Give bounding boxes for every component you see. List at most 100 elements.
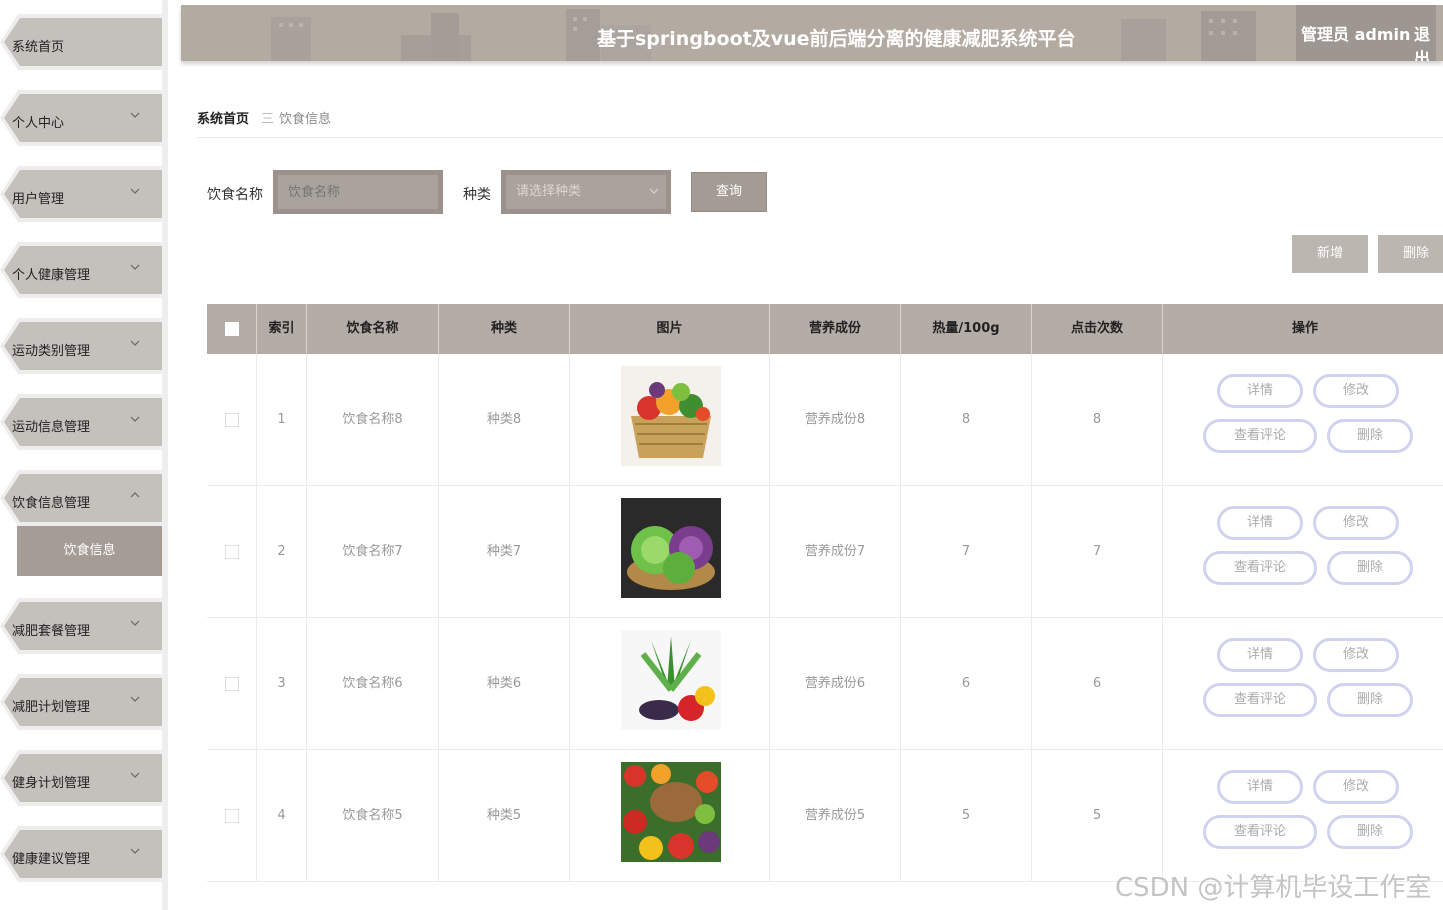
sidebar-item-0[interactable]: 系统首页 — [0, 14, 162, 74]
sidebar-item-label: 运动信息管理 — [12, 420, 91, 435]
cell-name: 饮食名称5 — [307, 750, 439, 882]
cell-index: 3 — [257, 618, 307, 750]
food-image[interactable] — [621, 498, 721, 598]
row-select-cell — [207, 750, 257, 882]
chevron-down-icon — [130, 264, 140, 270]
add-button[interactable]: 新增 — [1292, 235, 1368, 273]
table-row: 2 饮食名称7 种类7 营养成份7 7 7 详情 修改 查看评论 删除 — [207, 486, 1443, 618]
watermark: CSDN @计算机毕设工作室 — [1115, 873, 1432, 903]
chevron-down-icon — [130, 620, 140, 626]
view-comments-button[interactable]: 查看评论 — [1203, 419, 1317, 453]
delete-button[interactable]: 删除 — [1327, 683, 1413, 717]
select-all-checkbox[interactable] — [225, 322, 239, 336]
food-type-select-wrapper: 请选择种类 — [501, 170, 671, 214]
cell-name: 饮食名称7 — [307, 486, 439, 618]
chevron-up-icon — [130, 492, 140, 498]
operations-cell: 详情 修改查看评论 删除 — [1163, 354, 1443, 486]
breadcrumb: 系统首页 三 饮食信息 — [197, 106, 1443, 138]
sidebar-item-1[interactable]: 个人中心 — [0, 90, 162, 150]
column-header: 种类 — [439, 304, 570, 354]
food-image[interactable] — [621, 762, 721, 862]
edit-button[interactable]: 修改 — [1313, 770, 1399, 804]
edit-button[interactable]: 修改 — [1313, 506, 1399, 540]
row-checkbox[interactable] — [225, 677, 239, 691]
delete-button[interactable]: 删除 — [1327, 551, 1413, 585]
view-comments-button[interactable]: 查看评论 — [1203, 683, 1317, 717]
image-cell — [570, 618, 770, 750]
food-name-input-wrapper — [273, 170, 443, 214]
top-header: 基于springboot及vue前后端分离的健康减肥系统平台 管理员 admin… — [181, 5, 1443, 61]
row-select-cell — [207, 618, 257, 750]
cell-calories: 7 — [901, 486, 1032, 618]
cell-name: 饮食名称8 — [307, 354, 439, 486]
table-row: 3 饮食名称6 种类6 营养成份6 6 6 详情 修改 查看评论 删除 — [207, 618, 1443, 750]
sidebar-item-label: 个人健康管理 — [12, 268, 91, 283]
chevron-down-icon — [130, 416, 140, 422]
food-name-label: 饮食名称 — [207, 187, 263, 203]
cell-clicks: 5 — [1032, 750, 1163, 882]
sidebar-item-label: 健身计划管理 — [12, 776, 91, 791]
bulk-delete-button[interactable]: 删除 — [1378, 235, 1443, 273]
sidebar-item-3[interactable]: 个人健康管理 — [0, 242, 162, 302]
image-cell — [570, 486, 770, 618]
column-header: 索引 — [257, 304, 307, 354]
breadcrumb-home[interactable]: 系统首页 — [197, 108, 249, 127]
sidebar-item-label: 用户管理 — [12, 192, 65, 207]
table-row: 1 饮食名称8 种类8 营养成份8 8 8 详情 修改 查看评论 删除 — [207, 354, 1443, 486]
select-all-cell — [207, 304, 257, 354]
chevron-down-icon — [649, 188, 659, 194]
sidebar-item-6[interactable]: 饮食信息管理 — [0, 470, 162, 530]
food-type-select[interactable]: 请选择种类 — [506, 175, 666, 209]
cell-index: 2 — [257, 486, 307, 618]
edit-button[interactable]: 修改 — [1313, 638, 1399, 672]
sidebar-item-label: 个人中心 — [12, 116, 65, 131]
cell-calories: 5 — [901, 750, 1032, 882]
chevron-down-icon — [130, 696, 140, 702]
sidebar-item-4[interactable]: 运动类别管理 — [0, 318, 162, 378]
sidebar-item-5[interactable]: 运动信息管理 — [0, 394, 162, 454]
row-checkbox[interactable] — [225, 545, 239, 559]
sidebar-item-7[interactable]: 减肥套餐管理 — [0, 598, 162, 658]
sidebar-item-10[interactable]: 健康建议管理 — [0, 826, 162, 886]
logout-button[interactable]: 退出 — [1414, 21, 1443, 61]
row-select-cell — [207, 354, 257, 486]
food-image[interactable] — [621, 366, 721, 466]
cell-type: 种类7 — [439, 486, 570, 618]
sidebar-item-8[interactable]: 减肥计划管理 — [0, 674, 162, 734]
row-checkbox[interactable] — [225, 413, 239, 427]
sidebar: 系统首页个人中心用户管理个人健康管理 运动类别管理 运动信息管理饮食信息管理 减肥套餐… — [0, 0, 168, 910]
sidebar-item-2[interactable]: 用户管理 — [0, 166, 162, 226]
sidebar-item-label: 减肥计划管理 — [12, 700, 91, 715]
cell-nutrition: 营养成份5 — [770, 750, 901, 882]
view-comments-button[interactable]: 查看评论 — [1203, 815, 1317, 849]
sidebar-item-9[interactable]: 健身计划管理 — [0, 750, 162, 810]
column-header: 操作 — [1291, 321, 1318, 336]
query-button[interactable]: 查询 — [691, 172, 767, 212]
edit-button[interactable]: 修改 — [1313, 374, 1399, 408]
detail-button[interactable]: 详情 — [1217, 638, 1303, 672]
cell-nutrition: 营养成份7 — [770, 486, 901, 618]
chevron-down-icon — [130, 848, 140, 854]
cell-nutrition: 营养成份8 — [770, 354, 901, 486]
table-header: 索引 饮食名称 种类 图片 营养成份 热量/100g 点击次数 操作 — [207, 304, 1443, 354]
chevron-down-icon — [130, 188, 140, 194]
row-checkbox[interactable] — [225, 809, 239, 823]
admin-user-label: 管理员 admin — [1301, 25, 1411, 44]
sidebar-item-label: 运动类别管理 — [12, 344, 91, 359]
detail-button[interactable]: 详情 — [1217, 506, 1303, 540]
delete-button[interactable]: 删除 — [1327, 419, 1413, 453]
sidebar-item-label: 系统首页 — [12, 40, 65, 55]
food-name-input[interactable] — [278, 175, 438, 209]
view-comments-button[interactable]: 查看评论 — [1203, 551, 1317, 585]
food-image[interactable] — [621, 630, 721, 730]
sidebar-subitem-food-info[interactable]: 饮食信息 — [17, 526, 162, 576]
cell-nutrition: 营养成份6 — [770, 618, 901, 750]
cell-calories: 6 — [901, 618, 1032, 750]
cell-clicks: 7 — [1032, 486, 1163, 618]
cell-index: 4 — [257, 750, 307, 882]
food-type-label: 种类 — [463, 187, 491, 203]
delete-button[interactable]: 删除 — [1327, 815, 1413, 849]
detail-button[interactable]: 详情 — [1217, 770, 1303, 804]
detail-button[interactable]: 详情 — [1217, 374, 1303, 408]
app-title: 基于springboot及vue前后端分离的健康减肥系统平台 — [597, 28, 1076, 50]
